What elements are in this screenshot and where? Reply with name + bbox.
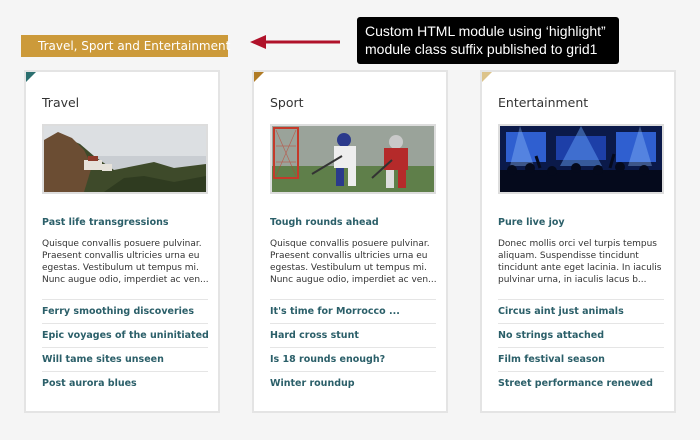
lead-article-link[interactable]: Tough rounds ahead	[270, 217, 379, 228]
mountain-monastery-photo[interactable]	[42, 124, 208, 194]
corner-marker	[482, 72, 492, 82]
lead-article-link[interactable]: Pure live joy	[498, 217, 565, 228]
module-title: Travel, Sport and Entertainment	[38, 39, 231, 53]
annotation-line-1: Custom HTML module using ‘highlight”	[365, 23, 606, 39]
concert-stage-photo[interactable]	[498, 124, 664, 194]
lead-article-link[interactable]: Past life transgressions	[42, 217, 169, 228]
card-heading: Sport	[270, 95, 304, 110]
article-link[interactable]: Film festival season	[498, 347, 664, 371]
annotation-line-2: module class suffix published to grid1	[365, 41, 598, 57]
article-list: It's time for Morrocco ... Hard cross st…	[270, 299, 436, 395]
article-link[interactable]: Will tame sites unseen	[42, 347, 208, 371]
article-link[interactable]: Street performance renewed	[498, 371, 664, 395]
card-heading: Travel	[42, 95, 80, 110]
article-link[interactable]: No strings attached	[498, 323, 664, 347]
article-list: Ferry smoothing discoveries Epic voyages…	[42, 299, 209, 395]
corner-marker	[254, 72, 264, 82]
lead-article-summary: Quisque convallis posuere pulvinar. Prae…	[42, 239, 209, 285]
lacrosse-players-photo[interactable]	[270, 124, 436, 194]
lead-article-summary: Quisque convallis posuere pulvinar. Prae…	[270, 239, 437, 285]
article-link[interactable]: It's time for Morrocco ...	[270, 299, 436, 323]
article-link[interactable]: Winter roundup	[270, 371, 436, 395]
left-arrow-icon	[250, 35, 340, 49]
card-heading: Entertainment	[498, 95, 589, 110]
article-link[interactable]: Is 18 rounds enough?	[270, 347, 436, 371]
article-link[interactable]: Ferry smoothing discoveries	[42, 299, 208, 323]
article-link[interactable]: Circus aint just animals	[498, 299, 664, 323]
card-entertainment: Entertainment Pure live joy Donec mollis…	[480, 70, 676, 413]
article-list: Circus aint just animals No strings atta…	[498, 299, 664, 395]
corner-marker	[26, 72, 36, 82]
lead-article-summary: Donec mollis orci vel turpis tempus aliq…	[498, 239, 662, 285]
module-title-bar: Travel, Sport and Entertainment	[21, 35, 231, 57]
card-sport: Sport Tough rounds ahead Quisque convall…	[252, 70, 448, 413]
article-link[interactable]: Epic voyages of the uninitiated	[42, 323, 209, 347]
card-travel: Travel Past life transgressions Quisque …	[24, 70, 220, 413]
annotation-callout: Custom HTML module using ‘highlight” mod…	[357, 17, 619, 64]
article-link[interactable]: Hard cross stunt	[270, 323, 436, 347]
article-link[interactable]: Post aurora blues	[42, 371, 208, 395]
